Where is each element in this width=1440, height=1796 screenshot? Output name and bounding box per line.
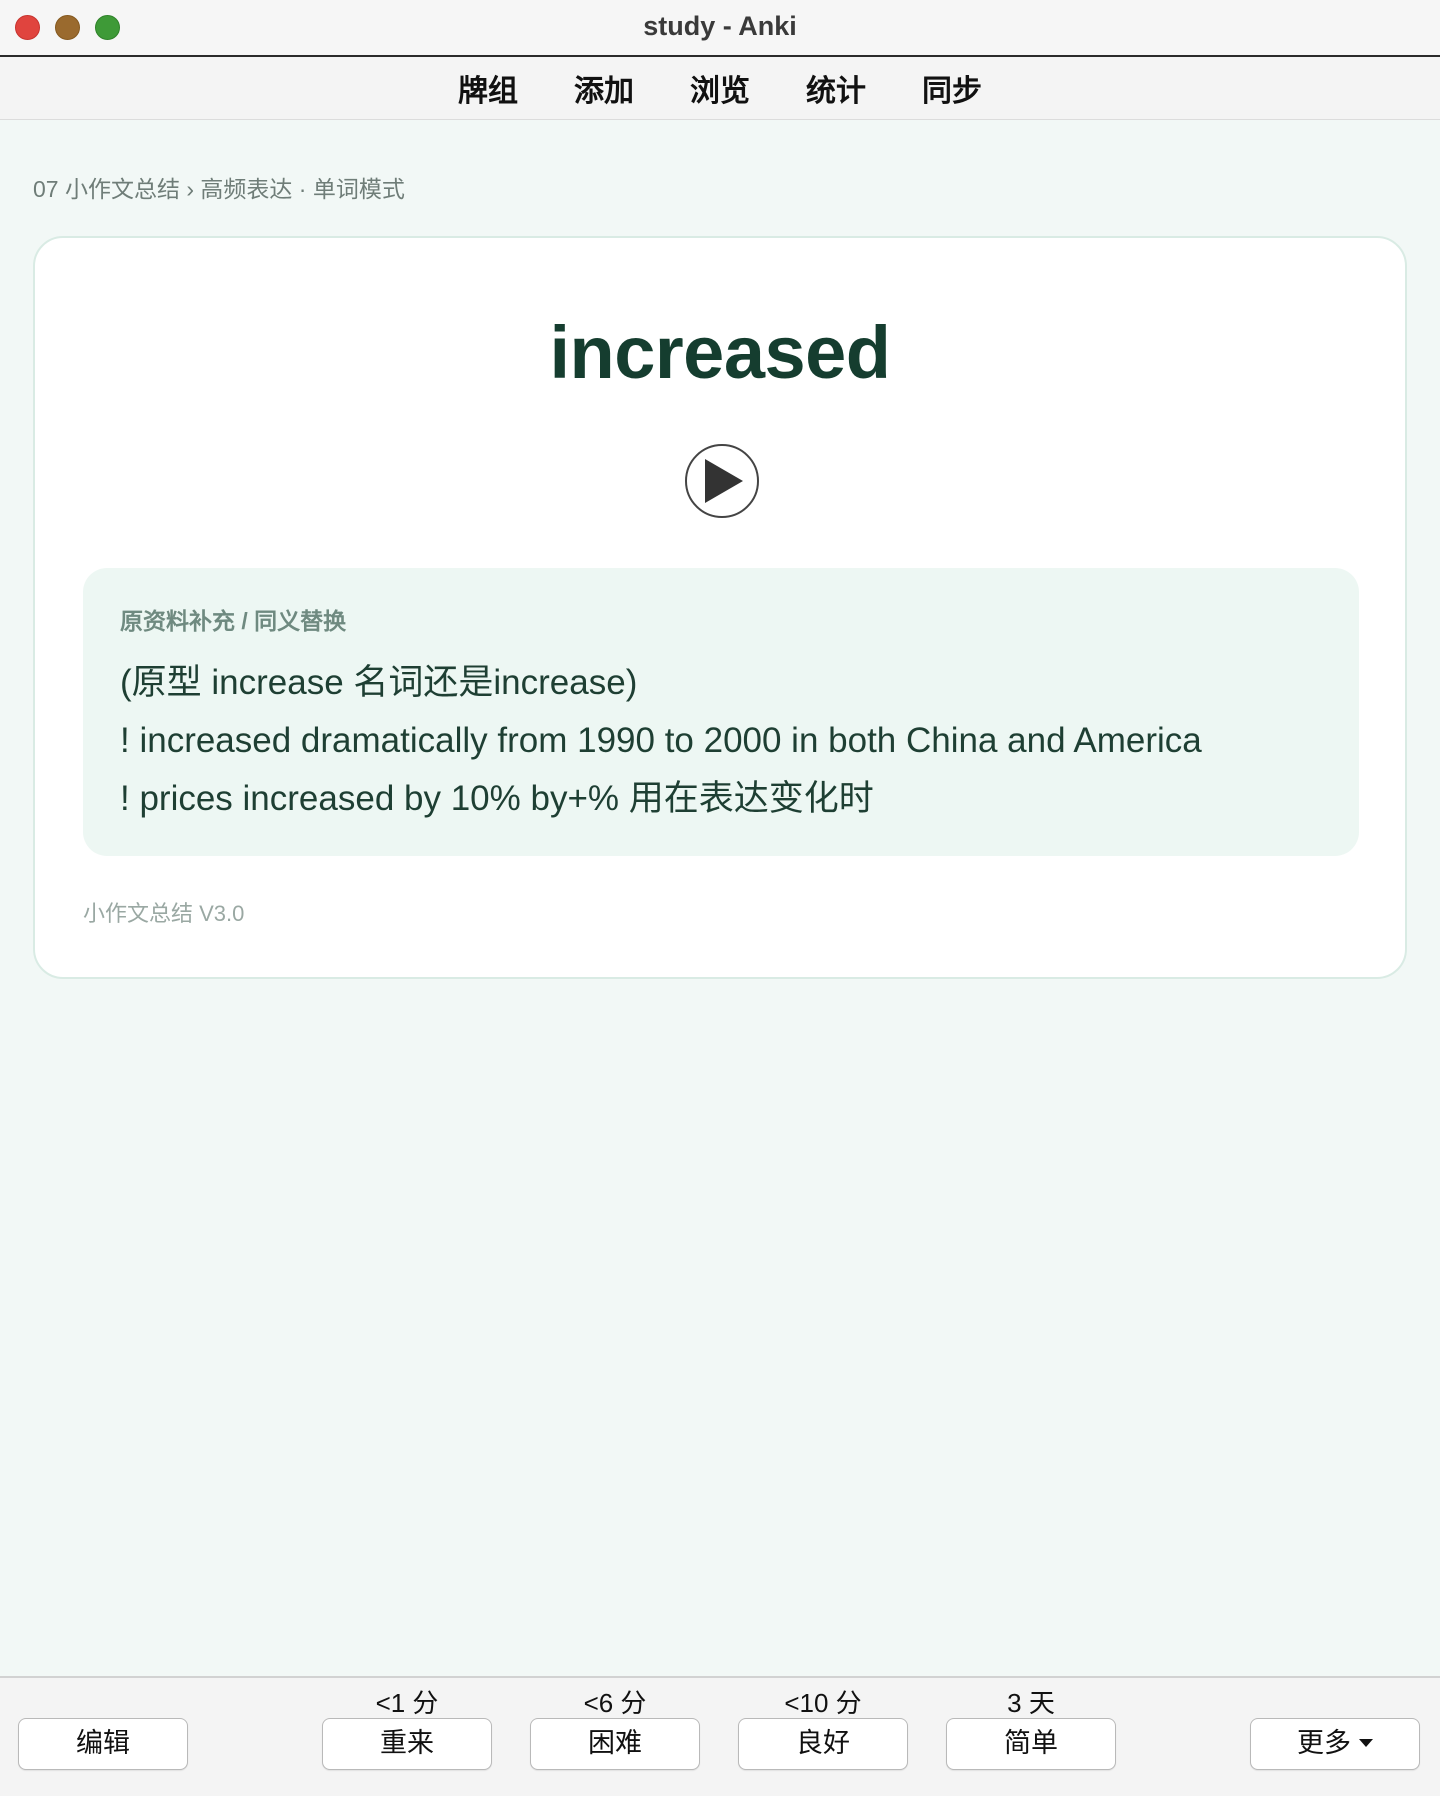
more-button[interactable]: 更多 <box>1250 1718 1420 1770</box>
good-button[interactable]: 良好 <box>738 1718 908 1770</box>
hard-timing: <6 分 <box>583 1688 647 1718</box>
hard-button[interactable]: 困难 <box>530 1718 700 1770</box>
note-label: 原资料补充 / 同义替换 <box>120 608 347 634</box>
note-line: (原型 increase 名词还是increase) <box>120 663 638 702</box>
toolbar-sync[interactable]: 同步 <box>894 66 1010 110</box>
breadcrumb: 07 小作文总结 › 高频表达 · 单词模式 <box>33 176 405 202</box>
again-timing: <1 分 <box>375 1688 439 1718</box>
anki-window: study - Anki 牌组 添加 浏览 统计 同步 07 小作文总结 › 高… <box>0 0 1440 1796</box>
note-line: ! prices increased by 10% by+% 用在表达变化时 <box>120 779 874 818</box>
card-version: 小作文总结 V3.0 <box>83 901 245 926</box>
flashcard: increased 原资料补充 / 同义替换 (原型 increase 名词还是… <box>33 236 1407 979</box>
toolbar-decks[interactable]: 牌组 <box>430 66 546 110</box>
window-title: study - Anki <box>643 11 797 41</box>
card-word: increased <box>549 311 891 394</box>
easy-button[interactable]: 简单 <box>946 1718 1116 1770</box>
again-button[interactable]: 重来 <box>322 1718 492 1770</box>
edit-button[interactable]: 编辑 <box>18 1718 188 1770</box>
note-line: ! increased dramatically from 1990 to 20… <box>120 721 1202 760</box>
note-lines: (原型 increase 名词还是increase) ! increased d… <box>120 654 1202 828</box>
toolbar-add[interactable]: 添加 <box>546 66 662 110</box>
good-timing: <10 分 <box>784 1688 862 1718</box>
answer-bar: 编辑 <1 分 重来 <6 分 困难 <10 分 良好 3 天 简单 更多 <box>0 1676 1440 1796</box>
more-label: 更多 <box>1297 1728 1351 1758</box>
chevron-down-icon <box>1359 1738 1373 1747</box>
toolbar-stats[interactable]: 统计 <box>778 66 894 110</box>
main-toolbar: 牌组 添加 浏览 统计 同步 <box>0 57 1440 120</box>
play-triangle <box>705 459 743 503</box>
play-icon[interactable] <box>685 444 759 518</box>
note-box: 原资料补充 / 同义替换 (原型 increase 名词还是increase) … <box>83 568 1359 856</box>
title-bar: study - Anki <box>0 0 1440 57</box>
toolbar-browse[interactable]: 浏览 <box>662 66 778 110</box>
easy-timing: 3 天 <box>1007 1688 1055 1718</box>
